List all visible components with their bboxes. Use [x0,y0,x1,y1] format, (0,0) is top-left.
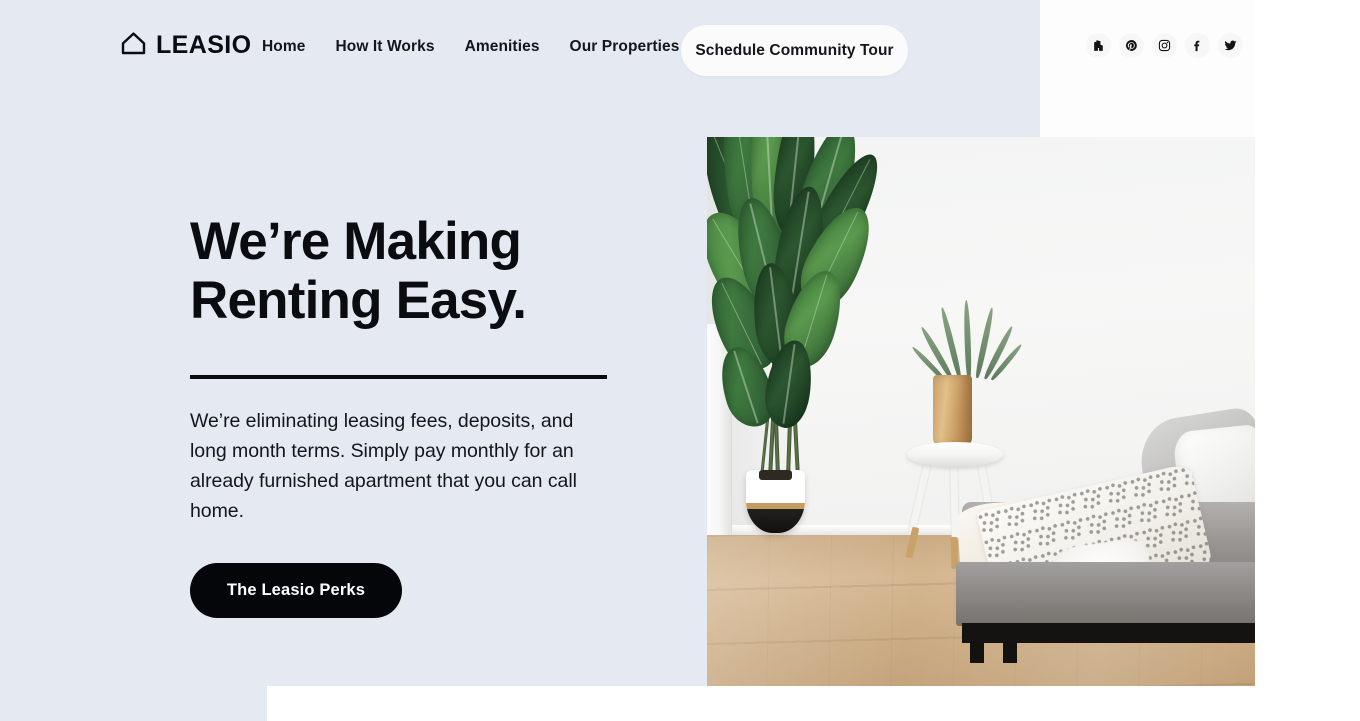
twitter-icon[interactable] [1218,33,1243,58]
facebook-icon[interactable] [1185,33,1210,58]
main-navigation: Home How It Works Amenities Our Properti… [262,34,679,60]
sofa-foot [1002,642,1018,663]
hero-image [707,137,1255,686]
title-divider [190,374,607,379]
nav-link-how-it-works[interactable]: How It Works [335,34,434,60]
wooden-vase [932,374,972,447]
the-leasio-perks-button[interactable]: The Leasio Perks [190,562,402,618]
social-links [1086,33,1243,58]
pot-soil [759,469,792,480]
pinterest-icon[interactable] [1119,33,1144,58]
nav-link-our-properties[interactable]: Our Properties [570,34,680,60]
home-outline-icon [120,30,147,61]
pot-black-base [746,508,805,534]
site-header: LEASIO Home How It Works Amenities Our P… [0,0,1360,88]
side-table-top [907,441,1003,467]
sofa-base [956,562,1255,626]
brand-logo[interactable]: LEASIO [120,30,251,61]
hero-description: We’re eliminating leasing fees, deposits… [190,409,577,522]
bottom-white-panel [267,686,1360,721]
plant-pot [746,469,805,534]
sofa-frame [961,622,1255,643]
nav-link-home[interactable]: Home [262,34,305,60]
brand-name: LEASIO [156,31,252,59]
schedule-community-tour-button[interactable]: Schedule Community Tour [681,25,908,76]
houzz-icon[interactable] [1086,33,1111,58]
sofa-foot [970,642,985,663]
nav-link-amenities[interactable]: Amenities [465,34,540,60]
page-title: We’re Making Renting Easy. [190,212,527,331]
instagram-icon[interactable] [1152,33,1177,58]
page-root: LEASIO Home How It Works Amenities Our P… [0,0,1360,721]
hero-section: We’re Making Renting Easy. We’re elimina… [190,212,630,618]
